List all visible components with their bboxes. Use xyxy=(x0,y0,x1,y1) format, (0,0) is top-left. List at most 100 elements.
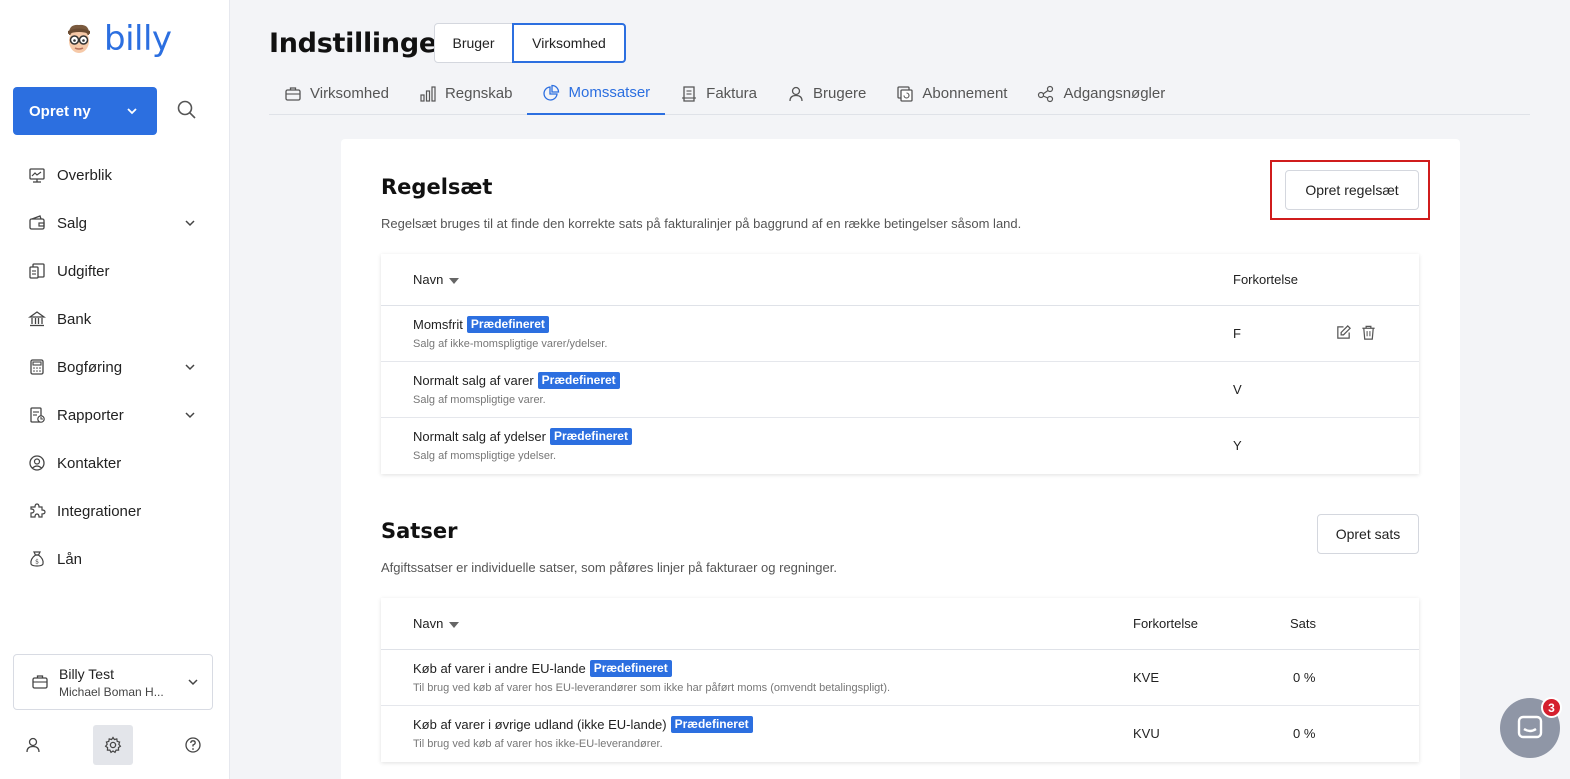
row-abbr: KVE xyxy=(1133,670,1160,685)
table-row[interactable]: Momsfrit Prædefineret Salg af ikke-momspl… xyxy=(381,306,1419,362)
tab-label: Faktura xyxy=(706,85,758,102)
nav-label: Bogføring xyxy=(57,358,123,376)
row-actions xyxy=(1335,324,1377,341)
tab-brugere[interactable]: Brugere xyxy=(772,72,881,115)
toggle-user-button[interactable]: Bruger xyxy=(434,23,513,63)
predefined-badge: Prædefineret xyxy=(670,716,753,733)
column-name-header[interactable]: Navn xyxy=(413,616,460,631)
tab-regnskab[interactable]: Regnskab xyxy=(404,72,528,115)
row-description: Til brug ved køb af varer hos ikke-EU-le… xyxy=(413,738,663,750)
brand-logo[interactable]: billy xyxy=(62,22,172,56)
chevron-down-icon xyxy=(185,364,195,371)
row-description: Salg af momspligtige ydelser. xyxy=(413,450,557,462)
profile-button[interactable] xyxy=(13,725,53,765)
moneybag-icon: $ xyxy=(30,551,44,567)
rates-title: Satser xyxy=(381,519,458,543)
table-row[interactable]: Normalt salg af ydelser Prædefineret Salg… xyxy=(381,418,1419,474)
tab-virksomhed[interactable]: Virksomhed xyxy=(269,72,404,115)
wallet-icon xyxy=(29,215,45,230)
column-abbr-header: Forkortelse xyxy=(1233,272,1299,287)
settings-scope-toggle: Bruger Virksomhed xyxy=(434,23,626,63)
predefined-badge: Prædefineret xyxy=(537,372,620,389)
highlight-box xyxy=(1270,160,1430,220)
column-label: Navn xyxy=(413,616,444,631)
row-description: Til brug ved køb af varer hos EU-leveran… xyxy=(413,682,891,694)
table-row[interactable]: Køb af varer i andre EU-lande Prædefinere… xyxy=(381,650,1419,706)
chevron-down-icon xyxy=(185,412,195,419)
nav-label: Integrationer xyxy=(57,502,142,520)
predefined-badge: Prædefineret xyxy=(589,660,672,677)
sidebar: billy Opret ny Overblik Salg Udgifter Ba… xyxy=(0,0,230,779)
row-description: Salg af momspligtige varer. xyxy=(413,394,546,406)
row-name: Momsfrit xyxy=(413,317,463,332)
organization-switcher[interactable]: Billy Test Michael Boman H... xyxy=(13,654,213,710)
table-row[interactable]: Normalt salg af varer Prædefineret Salg a… xyxy=(381,362,1419,418)
tab-label: Regnskab xyxy=(444,85,513,102)
nav-item-lan[interactable]: $ Lån xyxy=(0,535,229,583)
invoice-icon xyxy=(682,85,697,102)
chevron-down-icon xyxy=(127,108,137,115)
tab-adgangsnogler[interactable]: Adgangsnøgler xyxy=(1022,72,1180,115)
user-icon xyxy=(26,737,40,753)
tab-label: Adgangsnøgler xyxy=(1063,85,1166,102)
nav-item-kontakter[interactable]: Kontakter xyxy=(0,439,229,487)
report-icon xyxy=(30,407,45,423)
trash-icon[interactable] xyxy=(1360,324,1377,341)
nav-item-bank[interactable]: Bank xyxy=(0,295,229,343)
help-button[interactable] xyxy=(173,725,213,765)
calculator-icon xyxy=(30,359,44,375)
column-name-header[interactable]: Navn xyxy=(413,272,460,287)
column-rate-header: Sats xyxy=(1290,616,1317,631)
vat-settings-card: Regelsæt Regelsæt bruges til at finde de… xyxy=(341,139,1460,779)
tab-label: Momssatser xyxy=(568,84,651,101)
rulesets-description: Regelsæt bruges til at finde den korrekt… xyxy=(381,216,1022,231)
table-row[interactable]: Køb af varer i øvrige udland (ikke EU-la… xyxy=(381,706,1419,762)
row-name-cell: Normalt salg af ydelser Prædefineret Salg… xyxy=(413,428,632,462)
nav-label: Lån xyxy=(57,550,83,568)
gear-icon xyxy=(104,736,122,754)
bank-icon xyxy=(28,311,46,327)
subscription-icon xyxy=(897,85,914,102)
create-new-button[interactable]: Opret ny xyxy=(13,87,157,135)
sidebar-footer xyxy=(0,725,229,767)
chat-unread-badge: 3 xyxy=(1541,697,1562,718)
nav-item-salg[interactable]: Salg xyxy=(0,199,229,247)
row-name-cell: Køb af varer i andre EU-lande Prædefinere… xyxy=(413,660,890,694)
tab-momssatser[interactable]: Momssatser xyxy=(527,72,666,115)
row-name: Køb af varer i andre EU-lande xyxy=(413,661,586,676)
search-button[interactable] xyxy=(176,99,200,123)
nav-item-udgifter[interactable]: Udgifter xyxy=(0,247,229,295)
tab-label: Virksomhed xyxy=(310,85,389,102)
row-abbr: F xyxy=(1233,326,1241,341)
briefcase-icon xyxy=(285,86,301,101)
nav-item-rapporter[interactable]: Rapporter xyxy=(0,391,229,439)
page-title: Indstillinger xyxy=(269,28,450,59)
row-abbr: Y xyxy=(1233,438,1242,453)
toggle-company-button[interactable]: Virksomhed xyxy=(512,23,626,63)
nav-item-integrationer[interactable]: Integrationer xyxy=(0,487,229,535)
tab-label: Brugere xyxy=(813,85,867,102)
pie-chart-icon xyxy=(543,84,560,101)
edit-icon[interactable] xyxy=(1335,324,1352,341)
tab-faktura[interactable]: Faktura xyxy=(665,72,772,115)
settings-button[interactable] xyxy=(93,725,133,765)
row-description: Salg af ikke-momspligtige varer/ydelser. xyxy=(413,338,608,350)
table-header: Navn Forkortelse xyxy=(381,254,1419,306)
chat-icon xyxy=(1517,715,1543,739)
user-icon xyxy=(789,86,803,101)
column-abbr-header: Forkortelse xyxy=(1133,616,1199,631)
brand-name: billy xyxy=(104,19,172,59)
nav-item-bogforing[interactable]: Bogføring xyxy=(0,343,229,391)
contact-icon xyxy=(29,455,45,471)
nav-label: Udgifter xyxy=(57,262,110,280)
row-name: Normalt salg af ydelser xyxy=(413,429,546,444)
tab-label: Abonnement xyxy=(922,85,1008,102)
rates-table: Navn Forkortelse Sats Køb af varer i and… xyxy=(381,598,1419,762)
nav-item-overblik[interactable]: Overblik xyxy=(0,151,229,199)
tab-abonnement[interactable]: Abonnement xyxy=(881,72,1022,115)
chevron-down-icon xyxy=(188,679,198,686)
nav-label: Kontakter xyxy=(57,454,122,472)
nav-label: Bank xyxy=(57,310,92,328)
column-label: Navn xyxy=(413,272,444,287)
create-rate-button[interactable]: Opret sats xyxy=(1317,514,1419,554)
